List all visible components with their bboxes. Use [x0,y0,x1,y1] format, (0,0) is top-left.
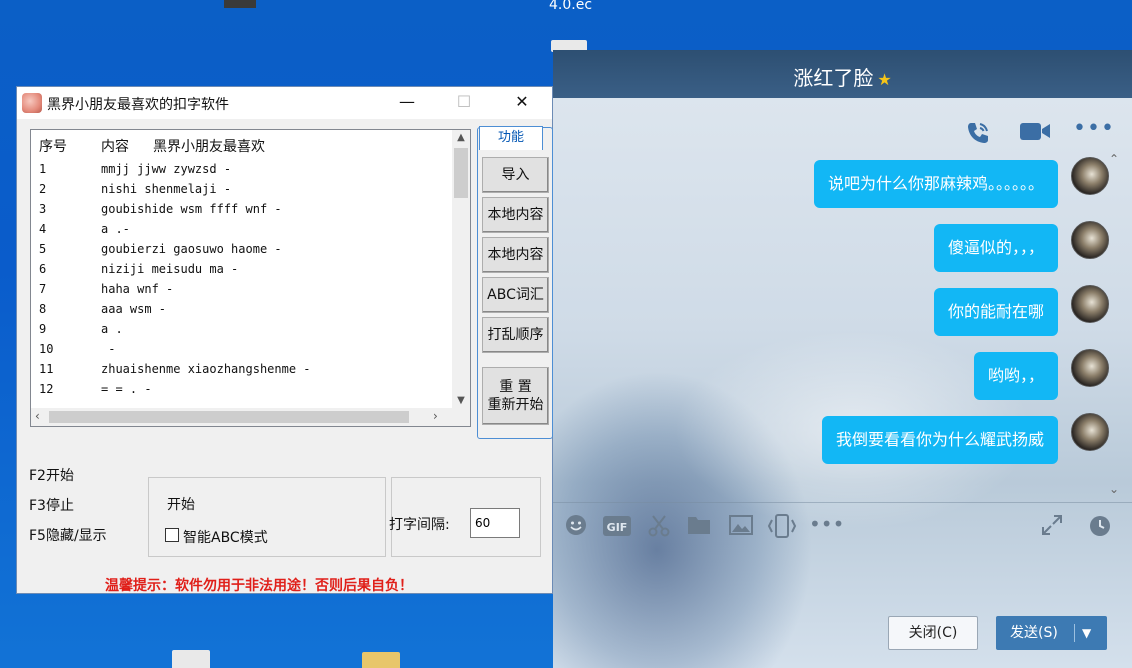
h-scroll-thumb[interactable] [49,411,409,423]
tab-function[interactable]: 功能 [479,126,543,150]
list-row[interactable]: 10 - [39,340,449,360]
scroll-top-icon[interactable]: ⌃ [1109,152,1119,166]
scroll-thumb[interactable] [454,148,468,198]
scroll-down-icon[interactable]: ▼ [452,395,470,406]
desktop-doc-icon[interactable] [172,650,210,668]
shuffle-button[interactable]: 打乱顺序 [482,317,549,353]
desktop-folder-icon[interactable] [362,652,400,668]
scissors-icon[interactable] [647,514,671,543]
reset-button[interactable]: 重 置 重新开始 [482,367,549,425]
image-icon[interactable] [729,514,753,541]
window-title: 黑界小朋友最喜欢的扣字软件 [47,97,229,113]
local-content-button-1[interactable]: 本地内容 [482,197,549,233]
title-bar: 黑界小朋友最喜欢的扣字软件 — ☐ ✕ [17,87,552,119]
list-row[interactable]: 6 niziji meisudu ma - [39,260,449,280]
desktop-file-label[interactable]: 4.0.ec [549,0,592,13]
col-header-index: 序号 [39,139,67,155]
scroll-left-icon[interactable]: ‹ [35,409,40,423]
message-bubble[interactable]: 傻逼似的，，， [933,224,1058,272]
hotkey-start: F2开始 [29,468,74,484]
list-row[interactable]: 8 aaa wsm - [39,300,449,320]
message-bubble[interactable]: 你的能耐在哪 [933,288,1058,336]
history-icon[interactable] [1088,514,1112,543]
gif-icon[interactable]: GIF [603,516,631,541]
message-bubble[interactable]: 哟哟，， [973,352,1058,400]
scroll-right-icon[interactable]: › [433,409,438,423]
more-icon[interactable]: ••• [1073,116,1115,141]
folder-icon[interactable] [687,514,711,541]
chevron-down-icon[interactable]: ▼ [1082,616,1091,650]
avatar[interactable] [1071,221,1109,259]
contact-name[interactable]: 涨红了脸 [793,66,873,90]
status-label: 开始 [167,497,195,513]
col-header-title: 黑界小朋友最喜欢 [153,139,265,155]
list-row[interactable]: 2 nishi shenmelaji - [39,180,449,200]
taskbar-chip [224,0,256,8]
list-row[interactable]: 7 haha wnf - [39,280,449,300]
emoji-icon[interactable] [565,514,587,541]
close-chat-button[interactable]: 关闭(C) [888,616,978,650]
import-button[interactable]: 导入 [482,157,549,193]
phone-icon[interactable] [965,120,991,151]
reset-line1: 重 置 [499,379,532,395]
list-row[interactable]: 3 goubishide wsm ffff wnf - [39,200,449,220]
chat-window: 涨红了脸 ★ ••• 说吧为什么你那麻辣鸡。。。。。。 ⌃ 傻逼似的，，， 你的能… [553,50,1132,668]
vertical-scrollbar[interactable]: ▲ ▼ [452,130,470,408]
content-list[interactable]: 序号 内容 黑界小朋友最喜欢 1 mmjj jjww zywzsd - 2 nish… [30,129,471,427]
abc-vocab-button[interactable]: ABC词汇 [482,277,549,313]
message-bubble[interactable]: 说吧为什么你那麻辣鸡。。。。。。 [813,160,1058,208]
list-row[interactable]: 9a . [39,320,449,340]
typing-app-window: 黑界小朋友最喜欢的扣字软件 — ☐ ✕ 序号 内容 黑界小朋友最喜欢 1 mmjj… [16,86,553,594]
list-row[interactable]: 1 mmjj jjww zywzsd - [39,160,449,180]
list-row[interactable]: 4a .- [39,220,449,240]
interval-label: 打字间隔: [389,517,450,533]
hotkey-toggle: F5隐藏/显示 [29,528,107,544]
maximize-button[interactable]: ☐ [449,90,479,114]
video-icon[interactable] [1019,120,1051,147]
col-header-content: 内容 [101,139,129,155]
smart-abc-label[interactable]: 智能ABC模式 [183,527,268,547]
reset-line2: 重新开始 [487,397,544,413]
avatar[interactable] [1071,285,1109,323]
chat-header: 涨红了脸 ★ [553,50,1132,98]
close-button[interactable]: ✕ [507,90,537,114]
avatar[interactable] [1071,349,1109,387]
smart-abc-checkbox[interactable] [165,528,179,542]
interval-input[interactable]: 60 [470,508,520,538]
send-label[interactable]: 发送(S) [1010,616,1058,650]
horizontal-scrollbar[interactable]: ‹ › [31,408,470,426]
avatar[interactable] [1071,413,1109,451]
minimize-button[interactable]: — [392,90,422,114]
message-bubble[interactable]: 我倒要看看你为什么耀武扬威 [821,416,1058,464]
list-row[interactable]: 12 = = . - [39,380,449,400]
input-divider [553,502,1132,503]
app-logo-icon [22,93,42,113]
send-separator [1074,624,1075,642]
avatar[interactable] [1071,157,1109,195]
expand-icon[interactable] [1041,514,1063,541]
warning-text: 温馨提示：软件勿用于非法用途！否则后果自负！ [105,578,413,594]
svg-text:GIF: GIF [607,521,628,534]
list-row[interactable]: 11 zhuaishenme xiaozhangshenme - [39,360,449,380]
star-icon: ★ [877,70,892,89]
shake-icon[interactable] [767,514,797,543]
scroll-bottom-icon[interactable]: ⌄ [1109,482,1119,496]
more-tools-icon[interactable]: ••• [809,512,844,536]
scroll-up-icon[interactable]: ▲ [452,132,470,143]
local-content-button-2[interactable]: 本地内容 [482,237,549,273]
hotkey-stop: F3停止 [29,498,74,514]
send-button[interactable]: 发送(S) ▼ [996,616,1107,650]
list-row[interactable]: 5 goubierzi gaosuwo haome - [39,240,449,260]
contact-name-wrap[interactable]: 涨红了脸 ★ [553,62,1132,91]
